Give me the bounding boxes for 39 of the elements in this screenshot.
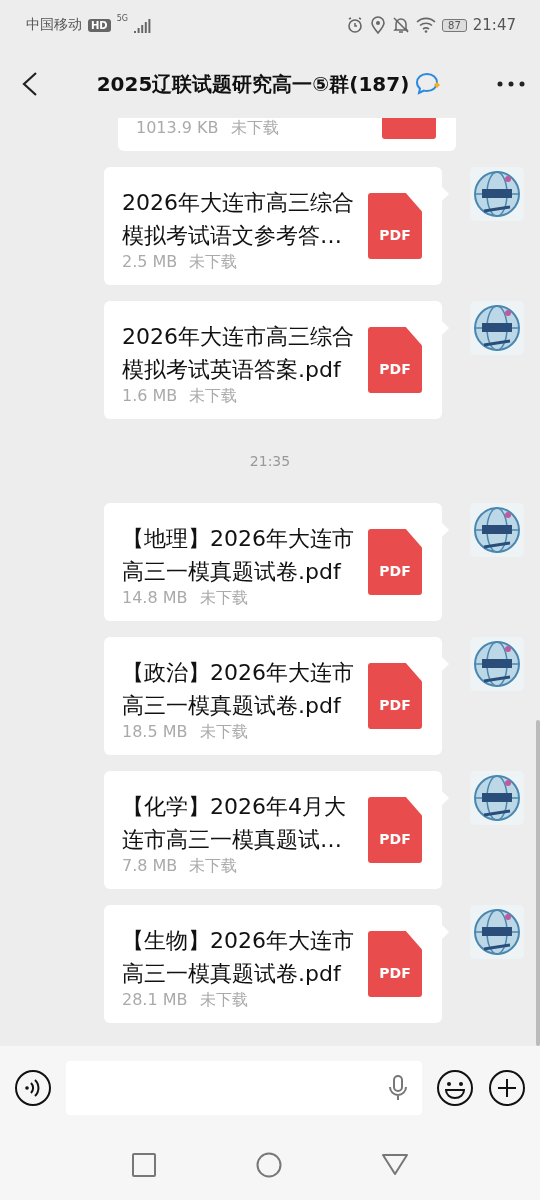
file-message[interactable]: 2026年大连市高三综合模拟考试语文参考答… 2.5 MB 未下载 PDF (104, 167, 442, 285)
download-status: 未下载 (189, 856, 238, 877)
battery-level: 87 (442, 18, 467, 32)
file-size: 28.1 MB (122, 990, 188, 1011)
file-size: 1013.9 KB (136, 118, 219, 139)
file-size: 7.8 MB (122, 856, 178, 877)
file-message[interactable]: 【生物】2026年大连市高三一模真题试卷.pdf 28.1 MB 未下载 PDF (104, 905, 442, 1023)
download-status: 未下载 (189, 386, 238, 407)
hd-badge: HD (88, 18, 111, 32)
pdf-file-icon: PDF (368, 529, 422, 595)
pdf-file-icon: PDF (368, 931, 422, 997)
file-name: 【地理】2026年大连市高三一模真题试卷.pdf (122, 525, 354, 586)
file-name: 【政治】2026年大连市高三一模真题试卷.pdf (122, 659, 354, 720)
file-name: 【生物】2026年大连市高三一模真题试卷.pdf (122, 927, 354, 988)
file-size: 1.6 MB (122, 386, 178, 407)
file-size: 18.5 MB (122, 722, 188, 743)
file-size: 2.5 MB (122, 252, 178, 273)
file-size: 14.8 MB (122, 588, 188, 609)
file-message[interactable]: 【政治】2026年大连市高三一模真题试卷.pdf 18.5 MB 未下载 PDF (104, 637, 442, 755)
file-message[interactable]: 2026年大连市高三综合模拟考试英语答案.pdf 1.6 MB 未下载 PDF (104, 301, 442, 419)
pdf-file-icon: PDF (368, 663, 422, 729)
download-status: 未下载 (199, 990, 248, 1011)
pdf-file-icon: PDF (368, 797, 422, 863)
file-message[interactable]: 【化学】2026年4月大连市高三一模真题试… 7.8 MB 未下载 PDF (104, 771, 442, 889)
message-time: 21:35 (249, 453, 291, 469)
carrier-name: 中国移动 (26, 16, 82, 34)
download-status: 未下载 (199, 588, 248, 609)
download-status: 未下载 (189, 252, 238, 273)
file-message[interactable]: 【地理】2026年大连市高三一模真题试卷.pdf 14.8 MB 未下载 PDF (104, 503, 442, 621)
network-type: 5G (116, 14, 128, 23)
pdf-file-icon: PDF (368, 193, 422, 259)
file-name: 【化学】2026年4月大连市高三一模真题试… (122, 793, 347, 854)
chat-title: 2025辽联试题研究高一⑤群(187) (96, 70, 410, 98)
download-status: 未下载 (230, 118, 279, 139)
pdf-file-icon: PDF (368, 327, 422, 393)
download-status: 未下载 (199, 722, 248, 743)
file-name: 2026年大连市高三综合模拟考试英语答案.pdf (122, 323, 354, 384)
file-name: 2026年大连市高三综合模拟考试语文参考答… (122, 189, 354, 250)
clock: 21:47 (472, 16, 516, 34)
